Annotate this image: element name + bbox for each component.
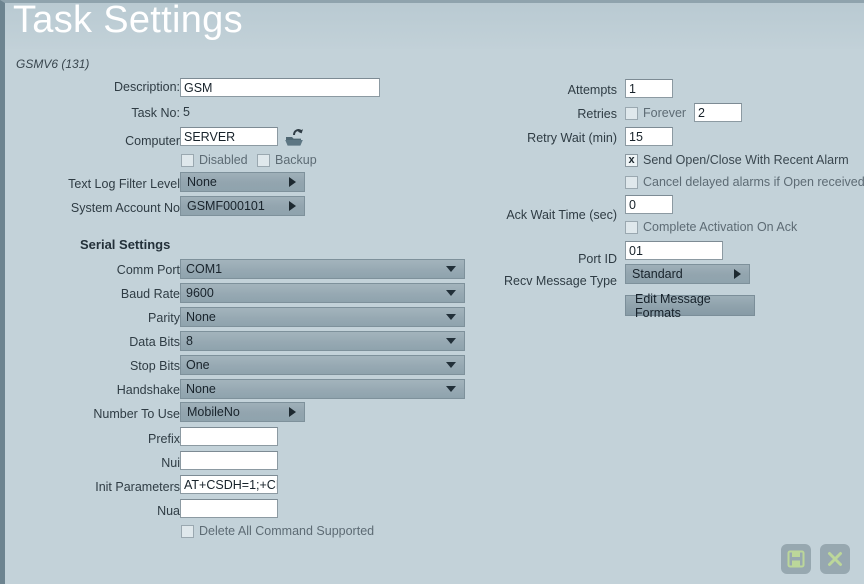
complete-activation-on-ack-checkbox[interactable]: Complete Activation On Ack [625, 220, 797, 234]
close-x-icon [828, 552, 842, 566]
stop-bits-label: Stop Bits [129, 359, 180, 373]
save-button[interactable] [781, 544, 811, 574]
port-id-label: Port ID [578, 252, 617, 266]
nua-input[interactable] [180, 499, 278, 518]
backup-checkbox[interactable]: Backup [257, 153, 317, 167]
cancel-delayed-alarms-box[interactable] [625, 175, 638, 189]
prefix-input[interactable] [180, 427, 278, 446]
handshake-value: None [186, 382, 216, 396]
data-bits-combo[interactable]: 8 [180, 331, 465, 351]
port-id-input[interactable]: 01 [625, 241, 723, 260]
computer-input[interactable]: SERVER [180, 127, 278, 146]
cancel-delayed-alarms-checkbox[interactable]: Cancel delayed alarms if Open received [625, 175, 864, 189]
action-buttons [781, 544, 850, 574]
complete-activation-on-ack-box[interactable] [625, 220, 638, 234]
retries-forever-checkbox[interactable]: Forever [625, 106, 686, 120]
parity-value: None [186, 310, 216, 324]
chevron-down-icon [446, 290, 456, 296]
system-account-no-value: GSMF000101 [187, 199, 265, 213]
retries-forever-box[interactable] [625, 106, 638, 120]
handshake-combo[interactable]: None [180, 379, 465, 399]
system-account-no-label: System Account No [70, 201, 180, 215]
computer-label: Computer [125, 134, 180, 148]
task-subtitle: GSMV6 (131) [16, 57, 90, 71]
delete-all-command-supported-label: Delete All Command Supported [199, 524, 375, 538]
retries-forever-label: Forever [643, 106, 687, 120]
number-to-use-label: Number To Use [93, 407, 180, 421]
data-bits-value: 8 [186, 334, 193, 348]
complete-activation-on-ack-label: Complete Activation On Ack [643, 220, 798, 234]
chevron-right-icon [734, 269, 741, 279]
number-to-use-value: MobileNo [187, 405, 240, 419]
description-input[interactable]: GSM [180, 78, 380, 97]
retry-wait-input[interactable]: 15 [625, 127, 673, 146]
system-account-no-picker[interactable]: GSMF000101 [180, 196, 305, 216]
handshake-label: Handshake [116, 383, 180, 397]
delete-all-command-supported-box[interactable] [181, 524, 194, 538]
stop-bits-combo[interactable]: One [180, 355, 465, 375]
init-parameters-input[interactable]: AT+CSDH=1;+CM [180, 475, 278, 494]
retries-input[interactable]: 2 [694, 103, 742, 122]
open-folder-arrow-icon[interactable] [283, 126, 305, 146]
baud-rate-combo[interactable]: 9600 [180, 283, 465, 303]
comm-port-value: COM1 [186, 262, 223, 276]
backup-checkbox-box[interactable] [257, 153, 270, 167]
text-log-filter-level-picker[interactable]: None [180, 172, 305, 192]
cancel-delayed-alarms-label: Cancel delayed alarms if Open received [643, 175, 864, 189]
attempts-input[interactable]: 1 [625, 79, 673, 98]
chevron-right-icon [289, 177, 296, 187]
ack-wait-time-input[interactable]: 0 [625, 195, 673, 214]
chevron-down-icon [446, 338, 456, 344]
send-open-close-checkbox[interactable]: x Send Open/Close With Recent Alarm [625, 153, 849, 167]
nua-label: Nua [157, 504, 180, 518]
delete-all-command-supported-checkbox[interactable]: Delete All Command Supported [181, 524, 374, 538]
ack-wait-time-label: Ack Wait Time (sec) [506, 208, 617, 222]
recv-message-type-picker[interactable]: Standard [625, 264, 750, 284]
attempts-label: Attempts [567, 83, 617, 97]
recv-message-type-value: Standard [632, 267, 683, 281]
disabled-checkbox[interactable]: Disabled [181, 153, 248, 167]
stop-bits-value: One [186, 358, 210, 372]
number-to-use-picker[interactable]: MobileNo [180, 402, 305, 422]
task-no-label: Task No: [131, 106, 180, 120]
init-parameters-label: Init Parameters [95, 480, 180, 494]
baud-rate-label: Baud Rate [120, 287, 180, 301]
prefix-label: Prefix [148, 432, 180, 446]
data-bits-label: Data Bits [129, 335, 180, 349]
chevron-down-icon [446, 386, 456, 392]
retries-label: Retries [577, 107, 617, 121]
nui-label: Nui [161, 456, 180, 470]
baud-rate-value: 9600 [186, 286, 214, 300]
chevron-down-icon [446, 362, 456, 368]
disabled-checkbox-label: Disabled [199, 153, 248, 167]
text-log-filter-level-label: Text Log Filter Level [68, 177, 180, 191]
task-no-value: 5 [183, 105, 190, 119]
save-floppy-icon [787, 550, 805, 568]
edit-message-formats-button[interactable]: Edit Message Formats [625, 292, 755, 320]
text-log-filter-level-value: None [187, 175, 217, 189]
parity-combo[interactable]: None [180, 307, 465, 327]
window-header: Task Settings [5, 0, 864, 49]
page-title: Task Settings [13, 0, 243, 41]
cancel-button[interactable] [820, 544, 850, 574]
recv-message-type-label: Recv Message Type [503, 274, 617, 288]
retry-wait-label: Retry Wait (min) [527, 131, 617, 145]
task-settings-window: Task Settings GSMV6 (131) Description: G… [0, 0, 864, 584]
nui-input[interactable] [180, 451, 278, 470]
parity-label: Parity [148, 311, 180, 325]
chevron-down-icon [446, 314, 456, 320]
send-open-close-box[interactable]: x [625, 153, 638, 167]
serial-settings-heading: Serial Settings [80, 237, 171, 252]
disabled-checkbox-box[interactable] [181, 153, 194, 167]
description-label: Description: [114, 80, 180, 94]
backup-checkbox-label: Backup [275, 153, 317, 167]
chevron-down-icon [446, 266, 456, 272]
chevron-right-icon [289, 407, 296, 417]
chevron-right-icon [289, 201, 296, 211]
send-open-close-label: Send Open/Close With Recent Alarm [643, 153, 849, 167]
comm-port-combo[interactable]: COM1 [180, 259, 465, 279]
comm-port-label: Comm Port [116, 263, 180, 277]
